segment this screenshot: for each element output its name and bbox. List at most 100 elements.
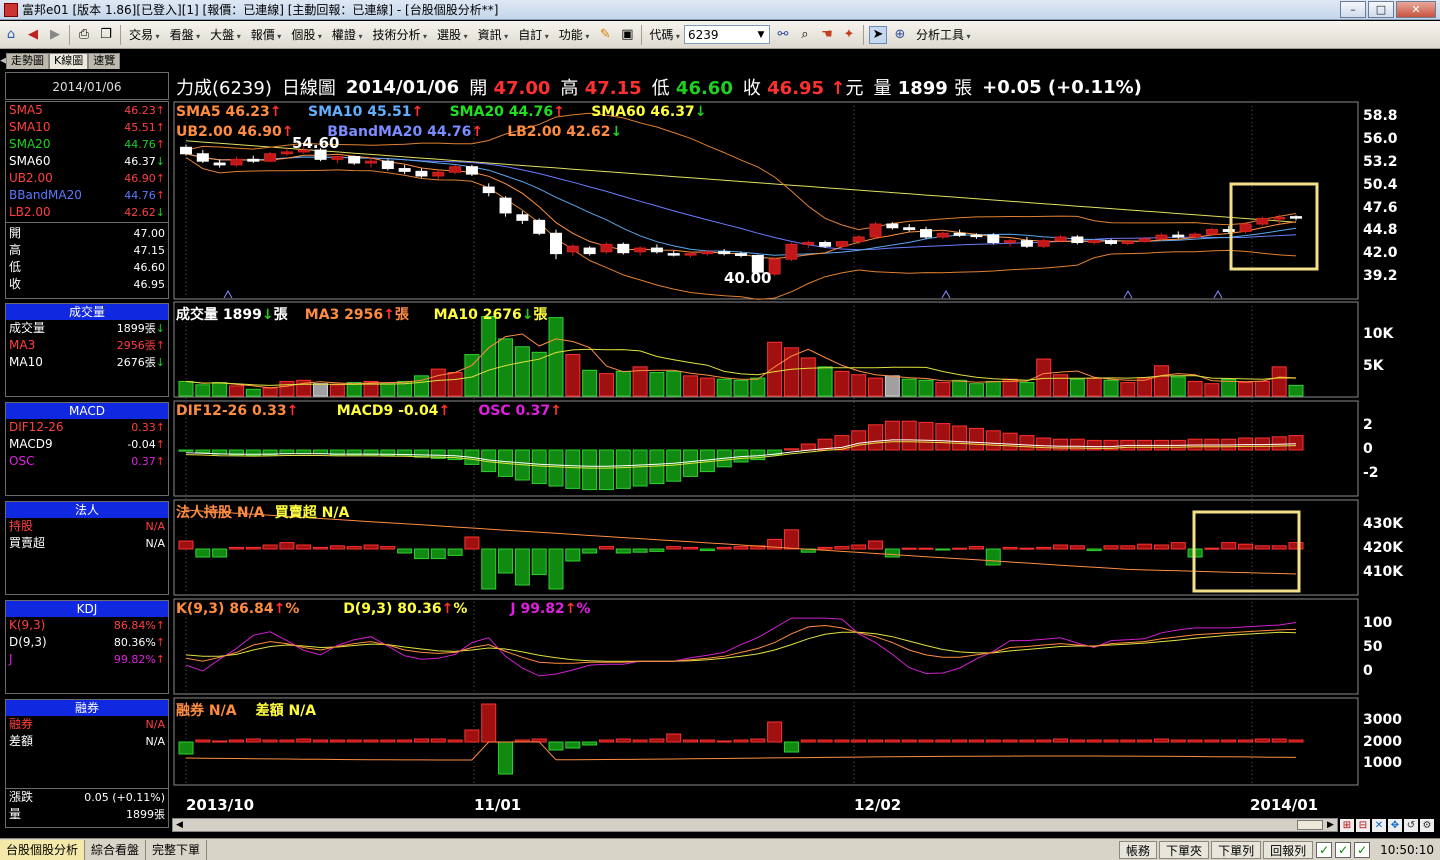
margin-bar (464, 729, 480, 743)
scroll-left-icon[interactable]: ◀ (173, 819, 186, 831)
check-icon[interactable]: ✓ (1316, 842, 1333, 858)
candle-body (1273, 217, 1286, 220)
margin-bar (346, 739, 362, 743)
legend-text: UB2.00 46.90 (176, 124, 282, 140)
report-bar-button[interactable]: 回報列 (1263, 841, 1314, 859)
margin-bar (1137, 739, 1153, 743)
volume-bar (228, 385, 244, 397)
candle-body (920, 229, 932, 238)
order-bar-button[interactable]: 下單列 (1211, 841, 1262, 859)
tab-stock-analysis[interactable]: 台股個股分析 (0, 839, 86, 860)
volume-bar (212, 382, 228, 397)
legend-item: 買賣超 N/A (275, 502, 350, 522)
inst-bar (346, 546, 362, 550)
legend-item: K(9,3) 86.84↑% (176, 601, 299, 617)
y-tick-label: 430K (1363, 516, 1404, 532)
volume-bar (1204, 383, 1220, 397)
check-icon[interactable]: ✓ (1335, 842, 1352, 858)
macd-osc-bar (1271, 436, 1287, 451)
reset-icon[interactable]: ↺ (1404, 819, 1418, 832)
margin-bar (800, 739, 816, 743)
legend-unit: % (453, 601, 468, 617)
legend-unit: 張 (533, 307, 548, 323)
candle-body (1239, 223, 1252, 232)
event-marker-icon (941, 289, 951, 299)
settings-icon[interactable]: ⚙ (1420, 819, 1434, 832)
inst-bar (397, 548, 413, 554)
legend-item: SMA5 46.23↑ (176, 104, 281, 120)
margin-bar (649, 738, 665, 743)
inst-bar (1086, 548, 1102, 552)
fit-icon[interactable]: ✕ (1372, 819, 1386, 832)
macd-osc-bar (178, 449, 194, 452)
up-arrow-icon: ↑ (438, 403, 451, 419)
volume-bar (1019, 382, 1035, 397)
chart-scrollbar[interactable]: ◀ ▶ (172, 818, 1338, 832)
candle-body (566, 245, 579, 253)
zoom-in-icon[interactable]: ⊞ (1340, 819, 1354, 832)
volume-bar (817, 366, 833, 397)
margin-bar (1271, 738, 1287, 743)
candle-body (550, 232, 562, 255)
margin-bar (666, 733, 682, 743)
candle-body (516, 214, 529, 221)
candle-body (802, 242, 815, 245)
candle-body (1071, 236, 1084, 244)
volume-bar (548, 317, 564, 397)
y-tick-label: 1000 (1363, 755, 1402, 771)
check-icon[interactable]: ✓ (1354, 842, 1371, 858)
candle-body (1004, 240, 1017, 244)
candle-body (1088, 240, 1101, 244)
scroll-right-icon[interactable]: ▶ (1324, 819, 1337, 831)
macd-osc-bar (985, 430, 1001, 451)
inst-bar (884, 548, 900, 558)
order-folder-button[interactable]: 下單夾 (1159, 841, 1210, 859)
macd-osc-bar (548, 449, 564, 487)
scroll-thumb[interactable] (1297, 820, 1323, 830)
inst-bar (666, 546, 682, 550)
inst-bar (514, 548, 530, 586)
legend-text: D(9,3) 80.36 (343, 601, 442, 617)
candle-body (903, 227, 916, 231)
margin-bar (1288, 739, 1304, 743)
candle-body (953, 232, 966, 236)
volume-bar (716, 378, 732, 397)
candle-body (213, 162, 226, 166)
macd-osc-bar (649, 449, 665, 485)
candle-body (1105, 240, 1117, 244)
kdj-j-line (185, 617, 1297, 677)
margin-bar (397, 739, 413, 743)
y-tick-label: 100 (1363, 615, 1393, 631)
margin-bar (195, 739, 211, 743)
macd-osc-bar (598, 449, 614, 491)
inst-bar (632, 548, 648, 553)
margin-bar (699, 739, 715, 743)
inst-bar (447, 548, 463, 556)
candle-body (280, 151, 293, 155)
accounts-button[interactable]: 帳務 (1119, 841, 1158, 859)
candle-body (600, 243, 613, 253)
legend-text: DIF12-26 0.33 (176, 403, 287, 419)
inst-bar (699, 548, 715, 552)
legend-text: OSC 0.37 (478, 403, 551, 419)
inst-bar (901, 547, 917, 550)
move-icon[interactable]: ✥ (1388, 819, 1402, 832)
volume-bar (1103, 379, 1119, 397)
volume-bar (447, 371, 463, 397)
margin-bar (716, 740, 732, 743)
margin-bar (1053, 738, 1069, 743)
candle-body (684, 253, 697, 256)
candle-body (735, 253, 747, 256)
macd-osc-bar (884, 420, 900, 451)
macd-osc-bar (1288, 435, 1304, 451)
tab-full-order[interactable]: 完整下單 (146, 839, 208, 860)
volume-bar (313, 383, 329, 397)
event-marker-icon (223, 289, 233, 299)
legend-text: SMA20 44.76 (449, 104, 554, 120)
tab-overview-board[interactable]: 綜合看盤 (85, 839, 147, 860)
legend-item: SMA20 44.76↑ (450, 104, 565, 120)
candle-body (1138, 238, 1151, 243)
zoom-out-icon[interactable]: ⊟ (1356, 819, 1370, 832)
candle-body (583, 247, 596, 255)
margin-bar (1002, 739, 1018, 743)
